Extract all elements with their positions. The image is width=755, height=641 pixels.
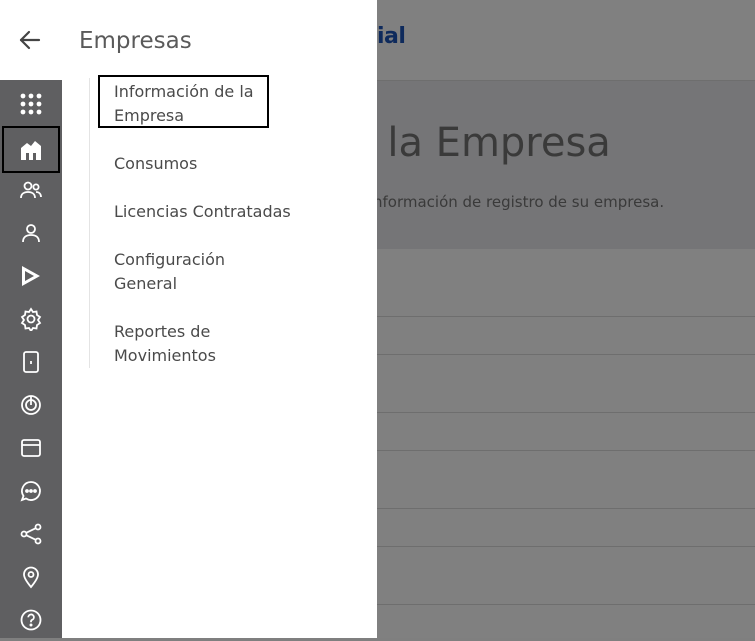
bg-divider — [377, 412, 755, 413]
settings-icon — [20, 306, 42, 331]
menu-item-informacion-empresa[interactable]: Información de la Empresa — [114, 80, 274, 128]
rail-item-user[interactable] — [0, 211, 62, 254]
menu-item-consumos[interactable]: Consumos — [114, 152, 344, 176]
bg-divider — [377, 354, 755, 355]
location-icon — [23, 566, 39, 588]
rail-item-share[interactable] — [0, 512, 62, 555]
share-icon — [20, 523, 42, 544]
rail-item-location[interactable] — [0, 555, 62, 598]
rail-item-company[interactable] — [2, 126, 60, 173]
menu-item-licencias[interactable]: Licencias Contratadas — [114, 200, 344, 224]
users-icon — [20, 181, 42, 198]
rail-item-apps[interactable] — [0, 82, 62, 125]
page-subtitle: nformación de registro de su empresa. — [373, 193, 665, 211]
user-icon — [22, 223, 40, 242]
page-title: e la Empresa — [350, 120, 611, 166]
drawer-title: Empresas — [79, 28, 192, 54]
rail-item-browser[interactable] — [0, 426, 62, 469]
bg-divider — [377, 546, 755, 547]
rail-item-users[interactable] — [0, 168, 62, 211]
device-icon — [23, 350, 39, 373]
brand-logo-text: ial — [377, 24, 406, 49]
window-icon — [21, 438, 41, 457]
menu-item-configuracion[interactable]: Configuración General — [114, 248, 244, 296]
help-icon — [20, 609, 42, 630]
rail-item-apps-store[interactable] — [0, 254, 62, 297]
bg-divider — [377, 316, 755, 317]
rail-item-messages[interactable] — [0, 469, 62, 512]
target-icon — [21, 394, 41, 415]
rail-item-devices[interactable] — [0, 340, 62, 383]
company-icon — [21, 140, 41, 160]
sidebar-rail — [0, 80, 62, 638]
rail-item-tracking[interactable] — [0, 383, 62, 426]
bg-header — [377, 0, 755, 81]
bg-divider — [377, 508, 755, 509]
arrow-left-icon — [19, 30, 41, 50]
grid-icon — [20, 93, 42, 114]
play-store-icon — [22, 265, 40, 286]
bg-divider — [377, 604, 755, 605]
rail-item-help[interactable] — [0, 598, 62, 641]
rail-item-settings[interactable] — [0, 297, 62, 340]
back-button[interactable] — [18, 28, 42, 52]
chat-icon — [20, 480, 41, 502]
bg-divider — [377, 450, 755, 451]
menu-item-reportes[interactable]: Reportes de Movimientos — [114, 320, 244, 368]
